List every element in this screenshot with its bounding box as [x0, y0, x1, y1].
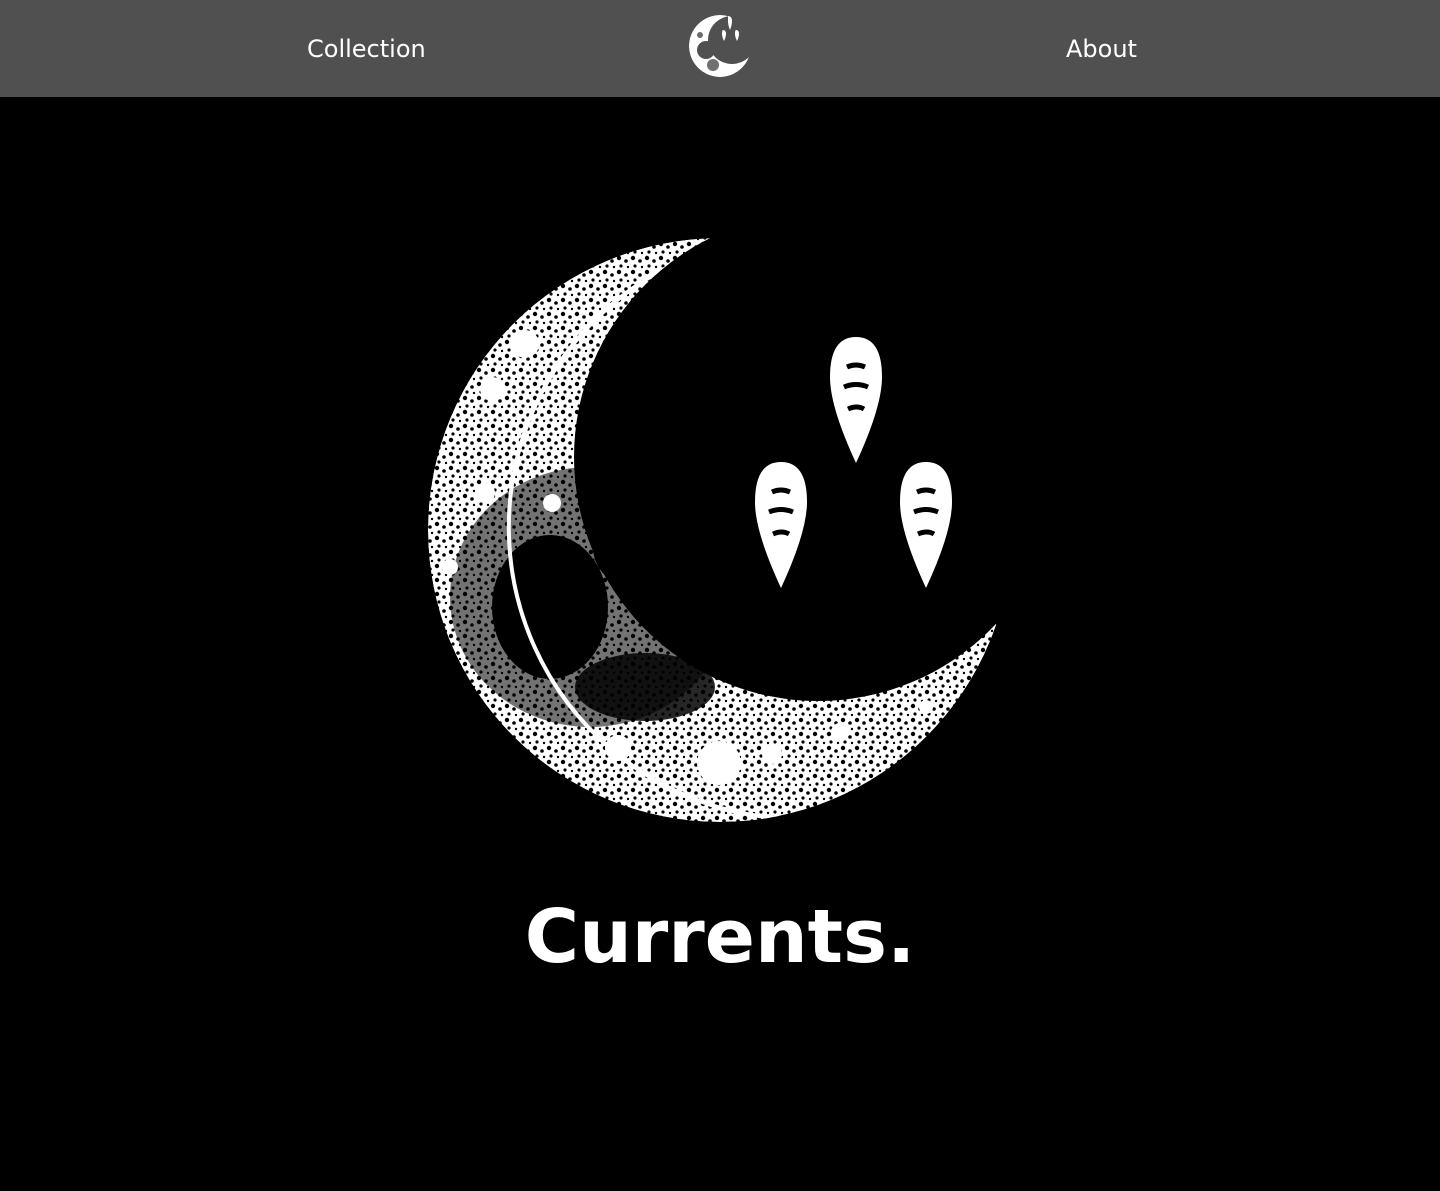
- site-header: Collection About: [0, 0, 1440, 97]
- crescent-skull-moon-with-drops-icon: [420, 227, 1012, 827]
- hero-title: Currents.: [524, 894, 916, 980]
- crescent-skull-moon-icon[interactable]: [688, 10, 754, 78]
- nav-about-link[interactable]: About: [1066, 30, 1137, 68]
- main-content: Currents.: [0, 97, 1440, 1191]
- nav-collection-link[interactable]: Collection: [307, 30, 426, 68]
